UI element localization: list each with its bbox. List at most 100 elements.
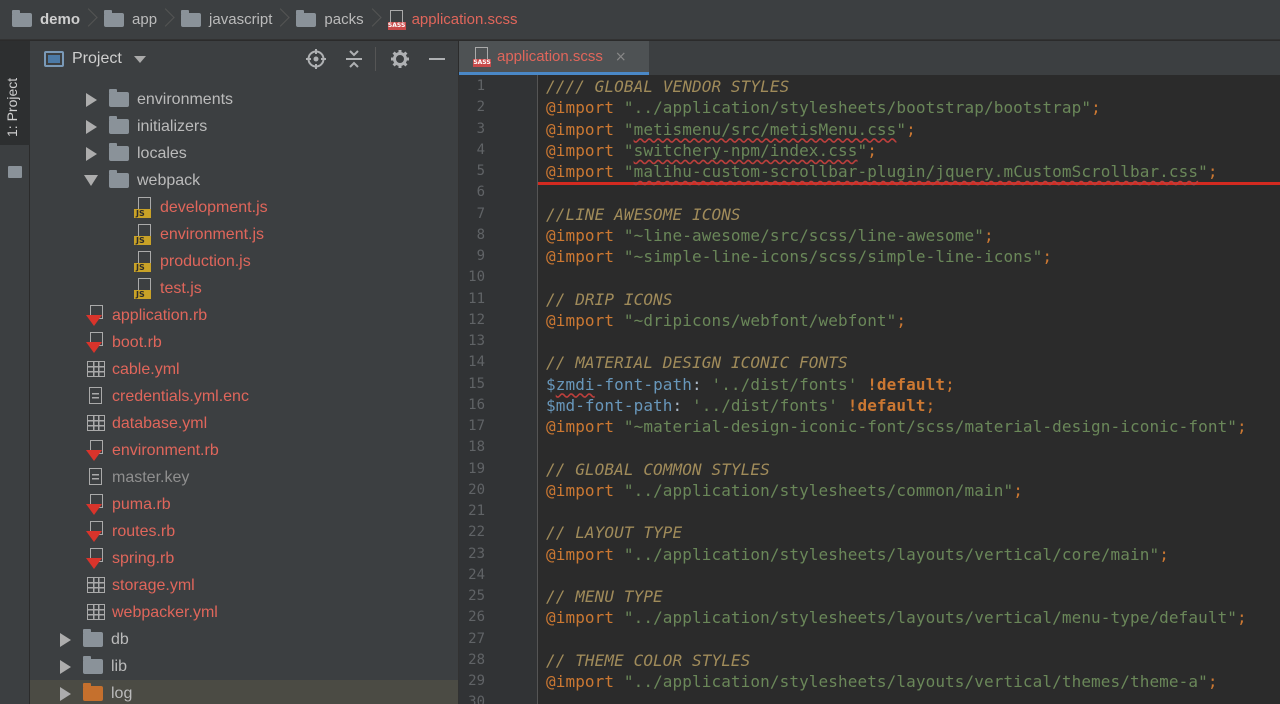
tree-folder[interactable]: locales [30, 140, 458, 167]
tree-folder[interactable]: webpack [30, 167, 458, 194]
code-line[interactable]: // DRIP ICONS [546, 289, 673, 310]
code-line[interactable]: // MENU TYPE [546, 586, 663, 607]
chevron-right-icon[interactable] [86, 92, 97, 107]
tree-folder[interactable]: initializers [30, 113, 458, 140]
tree-file[interactable]: webpacker.yml [30, 599, 458, 626]
folder-icon [83, 656, 103, 674]
gear-icon[interactable] [390, 49, 410, 69]
tree-file[interactable]: storage.yml [30, 572, 458, 599]
tree-file[interactable]: JS production.js [30, 248, 458, 275]
line-number: 6 [476, 184, 485, 201]
code-token: " [623, 140, 634, 160]
tree-folder[interactable]: db [30, 626, 458, 653]
project-tool-tab[interactable]: 1: Project [0, 41, 30, 178]
code-line[interactable]: $zmdi-font-path: '../dist/fonts' !defaul… [546, 374, 955, 395]
tree-folder[interactable]: environments [30, 86, 458, 113]
breadcrumb-label: demo [40, 11, 81, 28]
code-editor[interactable]: 1 2 3 4 5 6 7 8 9 10 11 12 13 14 15 16 17 18 19 20 21 22 23 24 2… [458, 75, 1280, 704]
tree-item-label: routes.rb [112, 522, 176, 540]
line-number: 30 [468, 694, 485, 704]
yml-file-icon [86, 575, 106, 596]
tree-file[interactable]: credentials.yml.enc [30, 383, 458, 410]
rb-file-icon [86, 305, 106, 326]
breadcrumb-item-3[interactable]: packs [296, 0, 364, 40]
folder-icon [109, 170, 129, 188]
tree-file[interactable]: environment.rb [30, 437, 458, 464]
code-line[interactable]: @import "~simple-line-icons/scss/simple-… [546, 246, 1052, 267]
chevron-right-icon[interactable] [86, 119, 97, 134]
line-number: 29 [468, 673, 485, 689]
close-icon[interactable]: × [615, 49, 627, 65]
tree-file[interactable]: routes.rb [30, 518, 458, 545]
code-token: zmdi [555, 374, 595, 394]
line-number: 26 [468, 609, 485, 626]
rb-file-icon [86, 548, 106, 569]
code-line[interactable]: @import "malihu-custom-scrollbar-plugin/… [546, 161, 1218, 182]
code-line[interactable]: @import "../application/stylesheets/layo… [546, 544, 1169, 565]
breadcrumb-item-2[interactable]: javascript [181, 0, 272, 40]
code-token: @import [546, 225, 615, 245]
code-token: -font-path [594, 374, 692, 394]
breadcrumb-item-4[interactable]: SASS application.scss [387, 0, 517, 40]
line-number: 15 [468, 375, 485, 392]
chevron-right-icon[interactable] [60, 659, 71, 674]
chevron-right-icon[interactable] [60, 632, 71, 647]
hide-panel-icon[interactable] [427, 49, 447, 69]
code-line[interactable]: // MATERIAL DESIGN ICONIC FONTS [546, 352, 848, 373]
code-line[interactable]: @import "../application/stylesheets/layo… [546, 671, 1218, 692]
code-line[interactable]: // LAYOUT TYPE [546, 522, 682, 543]
code-line[interactable]: @import "switchery-npm/index.css"; [546, 140, 877, 161]
code-token: @import [546, 310, 615, 330]
code-token: " [896, 119, 907, 139]
code-token: !default [847, 395, 926, 415]
code-token: switchery-npm/index.css [633, 140, 858, 160]
code-token: ; [1207, 162, 1218, 181]
tree-file[interactable]: master.key [30, 464, 458, 491]
tree-file[interactable]: application.rb [30, 302, 458, 329]
tree-file[interactable]: JS development.js [30, 194, 458, 221]
collapse-all-icon[interactable] [344, 49, 364, 69]
breadcrumb-item-1[interactable]: app [104, 0, 157, 40]
project-view-selector[interactable]: Project [72, 50, 122, 68]
line-number: 19 [468, 460, 485, 477]
yml-file-icon [86, 602, 106, 623]
code-line[interactable]: // GLOBAL COMMON STYLES [546, 459, 770, 480]
code-line[interactable]: //// GLOBAL VENDOR STYLES [546, 76, 789, 97]
code-line[interactable]: //LINE AWESOME ICONS [546, 204, 741, 225]
breadcrumb-separator [157, 0, 181, 40]
code-line[interactable]: @import "../application/stylesheets/comm… [546, 480, 1023, 501]
code-line[interactable]: $md-font-path: '../dist/fonts' !default; [546, 395, 935, 416]
code-line[interactable]: @import "~material-design-iconic-font/sc… [546, 416, 1247, 437]
chevron-down-icon[interactable] [133, 55, 146, 63]
code-line[interactable]: // THEME COLOR STYLES [546, 650, 750, 671]
code-line[interactable]: @import "../application/stylesheets/layo… [546, 607, 1247, 628]
tree-file[interactable]: database.yml [30, 410, 458, 437]
tree-folder[interactable]: log [30, 680, 458, 704]
tree-file[interactable]: cable.yml [30, 356, 458, 383]
code-token: ; [1013, 480, 1023, 500]
code-line[interactable]: @import "../application/stylesheets/boot… [546, 97, 1101, 118]
code-token: !default [867, 374, 946, 394]
chevron-right-icon[interactable] [60, 686, 71, 701]
code-line[interactable]: @import "~dripicons/webfont/webfont"; [546, 310, 906, 331]
tree-file[interactable]: JS environment.js [30, 221, 458, 248]
tree-file[interactable]: spring.rb [30, 545, 458, 572]
tree-file[interactable]: boot.rb [30, 329, 458, 356]
chevron-down-icon[interactable] [84, 175, 98, 186]
code-token: " [623, 119, 634, 139]
tree-item-label: boot.rb [112, 333, 162, 351]
tree-file[interactable]: puma.rb [30, 491, 458, 518]
tree-file[interactable]: JS test.js [30, 275, 458, 302]
chevron-right-icon[interactable] [86, 146, 97, 161]
locate-file-icon[interactable] [306, 49, 326, 69]
tab-application-scss[interactable]: SASS application.scss × [459, 41, 649, 75]
code-token: "../application/stylesheets/bootstrap/bo… [623, 98, 1092, 118]
tree-folder[interactable]: lib [30, 653, 458, 680]
breadcrumb-item-0[interactable]: demo [12, 0, 80, 40]
folder-icon [83, 683, 103, 701]
code-line[interactable]: @import "metismenu/src/metisMenu.css"; [546, 119, 916, 140]
code-line[interactable]: @import "~line-awesome/src/scss/line-awe… [546, 225, 994, 246]
